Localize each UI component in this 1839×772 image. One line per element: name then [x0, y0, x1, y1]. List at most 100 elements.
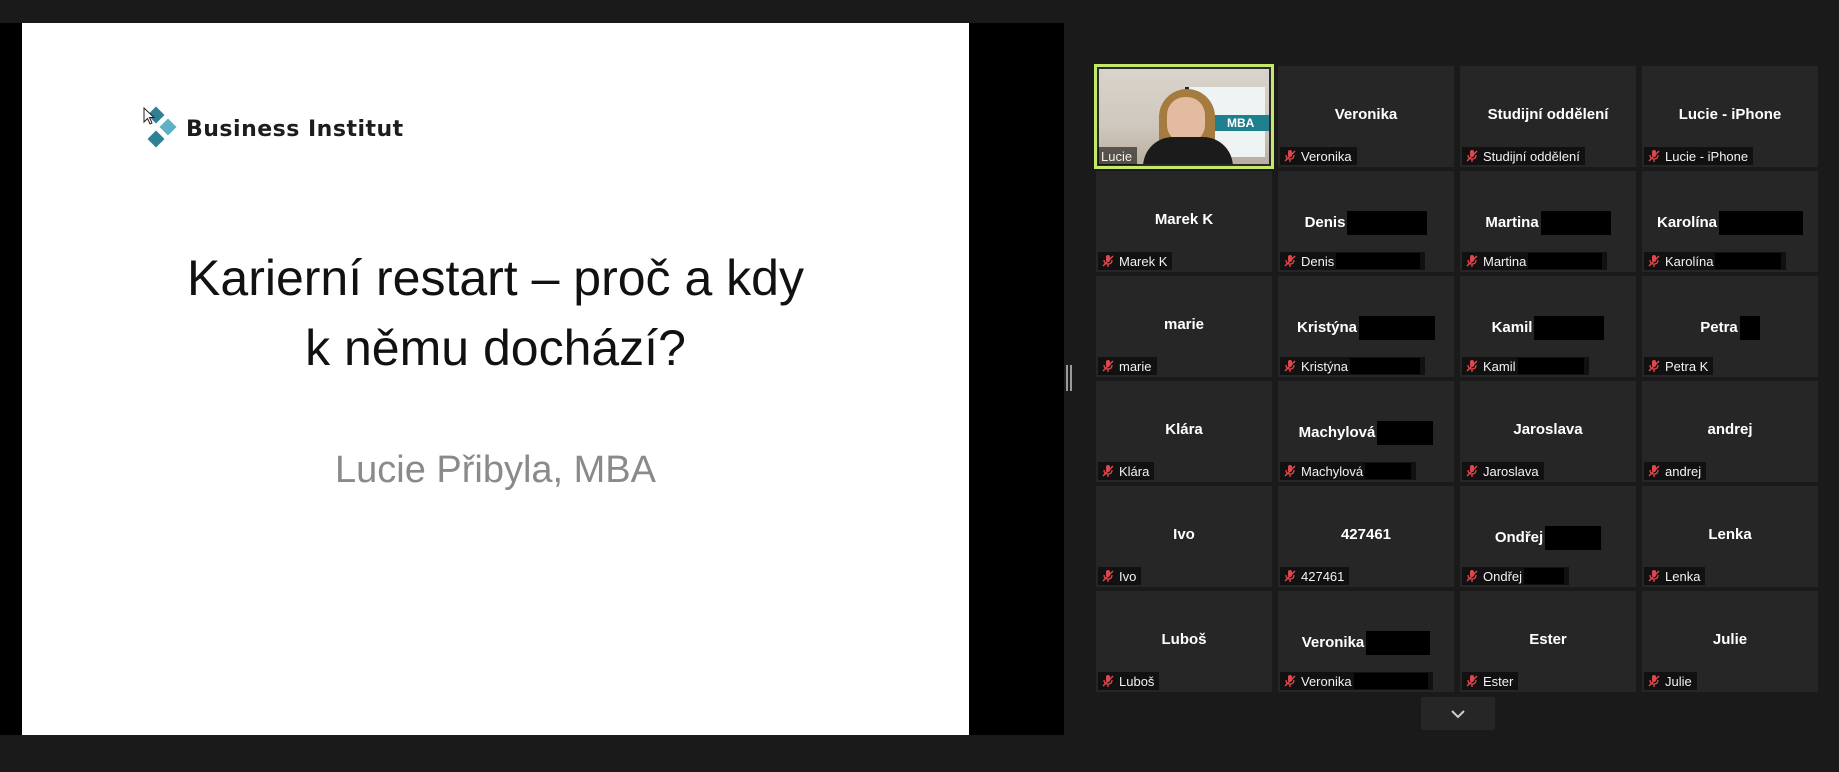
- participant-tile[interactable]: Luboš Luboš: [1096, 591, 1272, 692]
- microphone-muted-icon: [1466, 150, 1478, 162]
- microphone-muted-icon: [1284, 255, 1296, 267]
- participant-tile[interactable]: Veronika Veronika: [1278, 591, 1454, 692]
- redacted-block: [1366, 631, 1431, 655]
- participant-name-text: Kamil: [1491, 318, 1533, 336]
- participant-name-label: Karolína: [1644, 252, 1787, 270]
- participant-name-label: Lucie: [1098, 147, 1138, 165]
- microphone-muted-icon: [1466, 255, 1478, 267]
- redacted-block: [1739, 316, 1760, 340]
- participant-label-text: Kristýna: [1301, 358, 1348, 374]
- participant-label-text: Marek K: [1119, 253, 1168, 269]
- participant-name-label: Veronika: [1280, 672, 1433, 690]
- participant-tile[interactable]: Julie Julie: [1642, 591, 1818, 692]
- participant-name-label: Julie: [1644, 672, 1697, 690]
- participant-display-name: Ivo: [1096, 526, 1272, 543]
- participant-tile[interactable]: Denis Denis: [1278, 171, 1454, 272]
- participant-label-text: Kamil: [1483, 358, 1516, 374]
- participant-tile[interactable]: andrej andrej: [1642, 381, 1818, 482]
- participant-name-label: Martina: [1462, 252, 1608, 270]
- participant-name-label: Ondřej: [1462, 567, 1570, 585]
- redacted-block: [1359, 316, 1436, 340]
- participant-name-label: Veronika: [1280, 147, 1357, 165]
- participant-tile[interactable]: Studijní oddělení Studijní oddělení: [1460, 66, 1636, 167]
- participant-display-name: andrej: [1642, 421, 1818, 438]
- microphone-muted-icon: [1466, 570, 1478, 582]
- presentation-slide: Business Institut Karierní restart – pro…: [22, 23, 969, 735]
- participant-display-name: Klára: [1096, 421, 1272, 438]
- participant-display-name: Petra: [1642, 316, 1818, 340]
- participant-name-text: marie: [1163, 316, 1205, 333]
- participant-name-label: Kamil: [1462, 357, 1589, 375]
- gallery-next-page-button[interactable]: [1421, 697, 1495, 730]
- participant-tile[interactable]: 427461 427461: [1278, 486, 1454, 587]
- participant-display-name: Veronika: [1278, 106, 1454, 123]
- participant-tile[interactable]: marie marie: [1096, 276, 1272, 377]
- participant-name-label: Kristýna: [1280, 357, 1425, 375]
- participant-tile[interactable]: Veronika Veronika: [1278, 66, 1454, 167]
- participant-tile[interactable]: Machylová Machylová: [1278, 381, 1454, 482]
- participant-label-text: marie: [1119, 358, 1152, 374]
- participant-label-text: andrej: [1665, 463, 1702, 479]
- participant-name-label: 427461: [1280, 567, 1350, 585]
- participant-label-text: Klára: [1119, 463, 1150, 479]
- redacted-block: [1534, 316, 1605, 340]
- participant-display-name: 427461: [1278, 526, 1454, 543]
- slide-title: Karierní restart – proč a kdy k němu doc…: [22, 243, 969, 383]
- participant-name-text: Ondřej: [1494, 528, 1544, 546]
- panel-resize-handle[interactable]: [1066, 365, 1072, 391]
- participant-name-label: Lucie - iPhone: [1644, 147, 1754, 165]
- participant-tile[interactable]: Kristýna Kristýna: [1278, 276, 1454, 377]
- participant-tile[interactable]: Kamil Kamil: [1460, 276, 1636, 377]
- participant-tile[interactable]: Ester Ester: [1460, 591, 1636, 692]
- microphone-muted-icon: [1466, 360, 1478, 372]
- participant-name-label: Marek K: [1098, 252, 1173, 270]
- participant-display-name: Karolína: [1642, 211, 1818, 235]
- microphone-muted-icon: [1648, 255, 1660, 267]
- participant-name-text: Martina: [1485, 213, 1539, 231]
- participant-name-text: Veronika: [1334, 106, 1398, 123]
- participant-name-text: Julie: [1712, 631, 1748, 648]
- participant-name-text: Studijní oddělení: [1487, 106, 1609, 123]
- microphone-muted-icon: [1102, 255, 1114, 267]
- redacted-block: [1349, 358, 1420, 374]
- participant-tile[interactable]: Lucie - iPhone Lucie - iPhone: [1642, 66, 1818, 167]
- participant-name-text: Lucie - iPhone: [1678, 106, 1782, 123]
- participant-name-text: Denis: [1304, 213, 1346, 231]
- microphone-muted-icon: [1284, 570, 1296, 582]
- participant-tile[interactable]: Lenka Lenka: [1642, 486, 1818, 587]
- participant-name-label: Jaroslava: [1462, 462, 1544, 480]
- participant-name-label: Denis: [1280, 252, 1426, 270]
- participant-tile[interactable]: Jaroslava Jaroslava: [1460, 381, 1636, 482]
- participant-tile[interactable]: Ivo Ivo: [1096, 486, 1272, 587]
- participant-name-text: Klára: [1165, 421, 1203, 438]
- participant-name-text: Lenka: [1708, 526, 1752, 543]
- slide-subtitle: Lucie Přibyla, MBA: [334, 449, 656, 491]
- participant-tile[interactable]: Martina Martina: [1460, 171, 1636, 272]
- redacted-block: [1524, 568, 1565, 584]
- participant-label-text: Lucie - iPhone: [1665, 148, 1749, 164]
- participant-tile[interactable]: Klára Klára: [1096, 381, 1272, 482]
- participant-name-label: Petra K: [1644, 357, 1714, 375]
- participant-name-text: Ester: [1529, 631, 1567, 648]
- participant-tile[interactable]: Karolína Karolína: [1642, 171, 1818, 272]
- participant-name-label: marie: [1098, 357, 1157, 375]
- microphone-muted-icon: [1102, 360, 1114, 372]
- shared-screen: Business Institut Karierní restart – pro…: [0, 23, 1064, 735]
- participant-tile[interactable]: MBA Lucie: [1094, 64, 1274, 169]
- microphone-muted-icon: [1466, 675, 1478, 687]
- participant-tile[interactable]: Petra Petra K: [1642, 276, 1818, 377]
- redacted-block: [1540, 211, 1611, 235]
- microphone-muted-icon: [1102, 570, 1114, 582]
- participant-tile[interactable]: Marek K Marek K: [1096, 171, 1272, 272]
- chevron-down-icon: [1451, 709, 1465, 718]
- microphone-muted-icon: [1648, 675, 1660, 687]
- microphone-muted-icon: [1284, 150, 1296, 162]
- participant-name-text: Marek K: [1154, 211, 1214, 228]
- redacted-block: [1715, 253, 1782, 269]
- microphone-muted-icon: [1648, 465, 1660, 477]
- participant-display-name: Kamil: [1460, 316, 1636, 340]
- participant-name-text: Veronika: [1301, 633, 1365, 651]
- participant-label-text: Martina: [1483, 253, 1527, 269]
- participant-display-name: Ondřej: [1460, 526, 1636, 550]
- participant-tile[interactable]: Ondřej Ondřej: [1460, 486, 1636, 587]
